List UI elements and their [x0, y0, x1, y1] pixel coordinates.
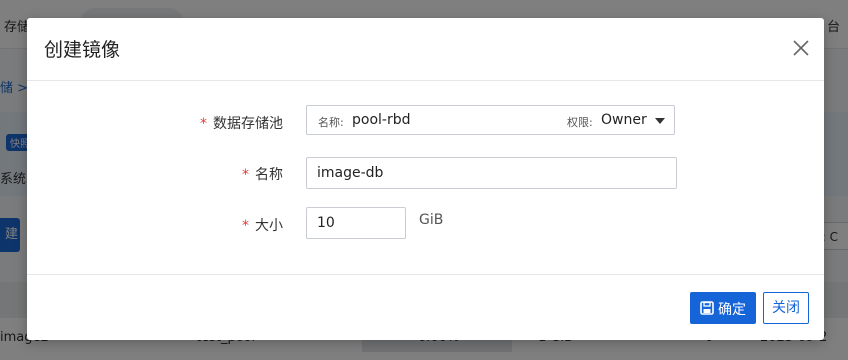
required-mark: * [242, 218, 249, 234]
dialog-footer: 确定 关闭 [27, 274, 824, 341]
required-mark: * [200, 116, 207, 132]
size-label: * 大小 [197, 215, 283, 235]
pool-label-text: 数据存储池 [213, 116, 283, 132]
confirm-label: 确定 [718, 302, 746, 318]
size-unit: GiB [419, 212, 444, 228]
pool-perm-value: Owner [601, 112, 647, 128]
size-label-text: 大小 [255, 218, 283, 234]
dialog-title: 创建镜像 [44, 39, 121, 61]
dialog-body: * 数据存储池 名称: pool-rbd 权限: Owner * 名称 * 大小 Gi… [27, 80, 824, 274]
save-icon [700, 301, 714, 315]
pool-name-value: pool-rbd [352, 112, 411, 128]
pool-perm-key: 权限: [567, 116, 593, 129]
name-label-text: 名称 [255, 167, 283, 183]
confirm-button[interactable]: 确定 [690, 292, 756, 324]
close-icon[interactable] [791, 38, 811, 58]
create-image-dialog: 创建镜像 * 数据存储池 名称: pool-rbd 权限: Owner * 名称 *… [27, 18, 824, 340]
dialog-header: 创建镜像 [27, 18, 824, 81]
required-mark: * [242, 167, 249, 183]
caret-down-icon [655, 118, 665, 124]
image-size-input[interactable] [306, 207, 406, 239]
image-name-input[interactable] [306, 157, 677, 189]
name-label: * 名称 [197, 164, 283, 184]
close-button[interactable]: 关闭 [763, 292, 809, 324]
pool-name-key: 名称: [318, 116, 344, 129]
pool-select[interactable]: 名称: pool-rbd 权限: Owner [306, 105, 675, 135]
pool-label: * 数据存储池 [197, 113, 283, 133]
